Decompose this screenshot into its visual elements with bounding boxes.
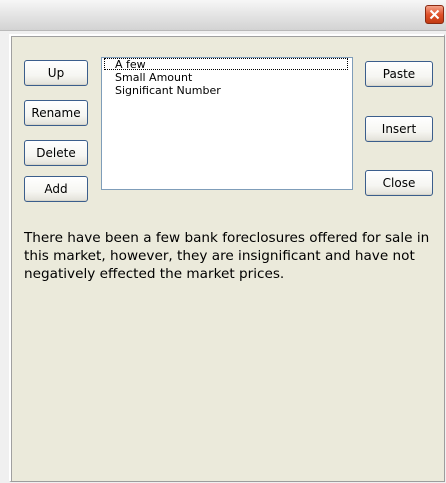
- add-button[interactable]: Add: [24, 176, 88, 202]
- title-bar[interactable]: [0, 0, 446, 31]
- close-icon: [429, 9, 440, 20]
- choices-listbox[interactable]: A few Small Amount Significant Number: [101, 57, 353, 190]
- rename-button[interactable]: Rename: [24, 100, 88, 126]
- up-button[interactable]: Up: [24, 60, 88, 86]
- insert-button[interactable]: Insert: [365, 116, 433, 142]
- list-item[interactable]: Small Amount: [102, 71, 352, 84]
- close-window-button[interactable]: [425, 5, 444, 24]
- list-item[interactable]: A few: [102, 58, 352, 71]
- close-button[interactable]: Close: [365, 170, 433, 196]
- delete-button[interactable]: Delete: [24, 140, 88, 166]
- paste-button[interactable]: Paste: [365, 61, 433, 87]
- description-text: There have been a few bank foreclosures …: [24, 230, 430, 282]
- list-item[interactable]: Significant Number: [102, 84, 352, 97]
- dialog-window: Up Rename Delete Add A few Small Amount …: [0, 0, 446, 483]
